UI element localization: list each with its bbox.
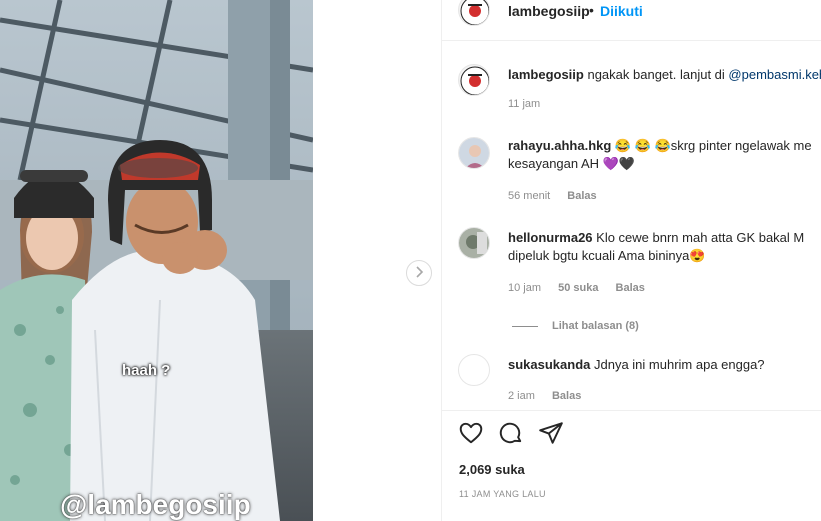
post-timestamp: 11 JAM YANG LALU [459,489,546,499]
avatar[interactable] [458,227,490,259]
heart-icon[interactable] [458,420,484,446]
post-header: lambegosiip • Diikuti [442,0,821,41]
header-username[interactable]: lambegosiip [508,3,590,19]
comment-time: 2 iam [508,390,535,402]
view-replies-button[interactable]: Lihat balasan (8) [512,320,639,332]
video-overlay-caption: haah ? [122,362,171,379]
comment-meta: 56 menit Balas [508,190,611,202]
avatar[interactable] [458,0,490,26]
post-side-panel: lambegosiip • Diikuti lambegosiip ngakak… [442,0,821,521]
comment-text: sukasukanda Jdnya ini muhrim apa engga? [508,356,821,374]
instagram-post-view: haah ? @lambegosiip lambegosiip • Diikut… [0,0,821,521]
view-replies-label: Lihat balasan (8) [552,320,639,332]
reply-button[interactable]: Balas [616,282,645,294]
video-frame-illustration [0,0,313,521]
caption-body: ngakak banget. lanjut di [583,67,729,82]
comment-icon[interactable] [498,420,524,446]
comment-text: rahayu.ahha.hkg 😂 😂 😂skrg pinter ngelawa… [508,137,821,173]
replies-line [512,325,538,327]
comment-meta: 2 iam Balas [508,390,595,402]
comment-body-line2: kesayangan AH 💜🖤 [508,156,636,171]
avatar[interactable] [458,64,490,96]
following-button[interactable]: Diikuti [600,3,643,19]
comment-time: 10 jam [508,282,542,294]
comment-body: Jdnya ini muhrim apa engga? [590,357,765,372]
post-video[interactable]: haah ? @lambegosiip [0,0,313,521]
comment-like-count[interactable]: 50 suka [558,282,598,294]
caption-text: lambegosiip ngakak banget. lanjut di @pe… [508,66,821,84]
caption-mention[interactable]: @pembasmi.kehaluan [728,67,821,82]
comment-text: hellonurma26 Klo cewe bnrn mah atta GK b… [508,229,821,265]
caption-username[interactable]: lambegosiip [508,67,584,82]
avatar[interactable] [458,137,490,169]
reply-button[interactable]: Balas [552,390,581,402]
comment-body: Klo cewe bnrn mah atta GK bakal M [592,230,805,245]
comment-meta: 10 jam 50 suka Balas [508,282,659,294]
comment-body-line2: dipeluk bgtu kcuali Ama bininya😍 [508,248,706,263]
caption-time: 11 jam [508,98,541,110]
comment-body: 😂 😂 😂skrg pinter ngelawak me [611,138,812,153]
video-watermark: @lambegosiip [60,489,251,520]
comment-username[interactable]: sukasukanda [508,357,590,372]
actions-divider [442,410,821,411]
header-separator: • [589,2,594,18]
chevron-right-icon [414,265,424,281]
like-count[interactable]: 2,069 suka [459,462,525,477]
reply-button[interactable]: Balas [567,190,596,202]
send-icon[interactable] [538,420,564,446]
avatar[interactable] [458,354,490,386]
next-post-button[interactable] [406,260,432,286]
comment-time: 56 menit [508,190,551,202]
comment-username[interactable]: hellonurma26 [508,230,593,245]
comment-username[interactable]: rahayu.ahha.hkg [508,138,611,153]
caption-meta: 11 jam [508,98,554,110]
